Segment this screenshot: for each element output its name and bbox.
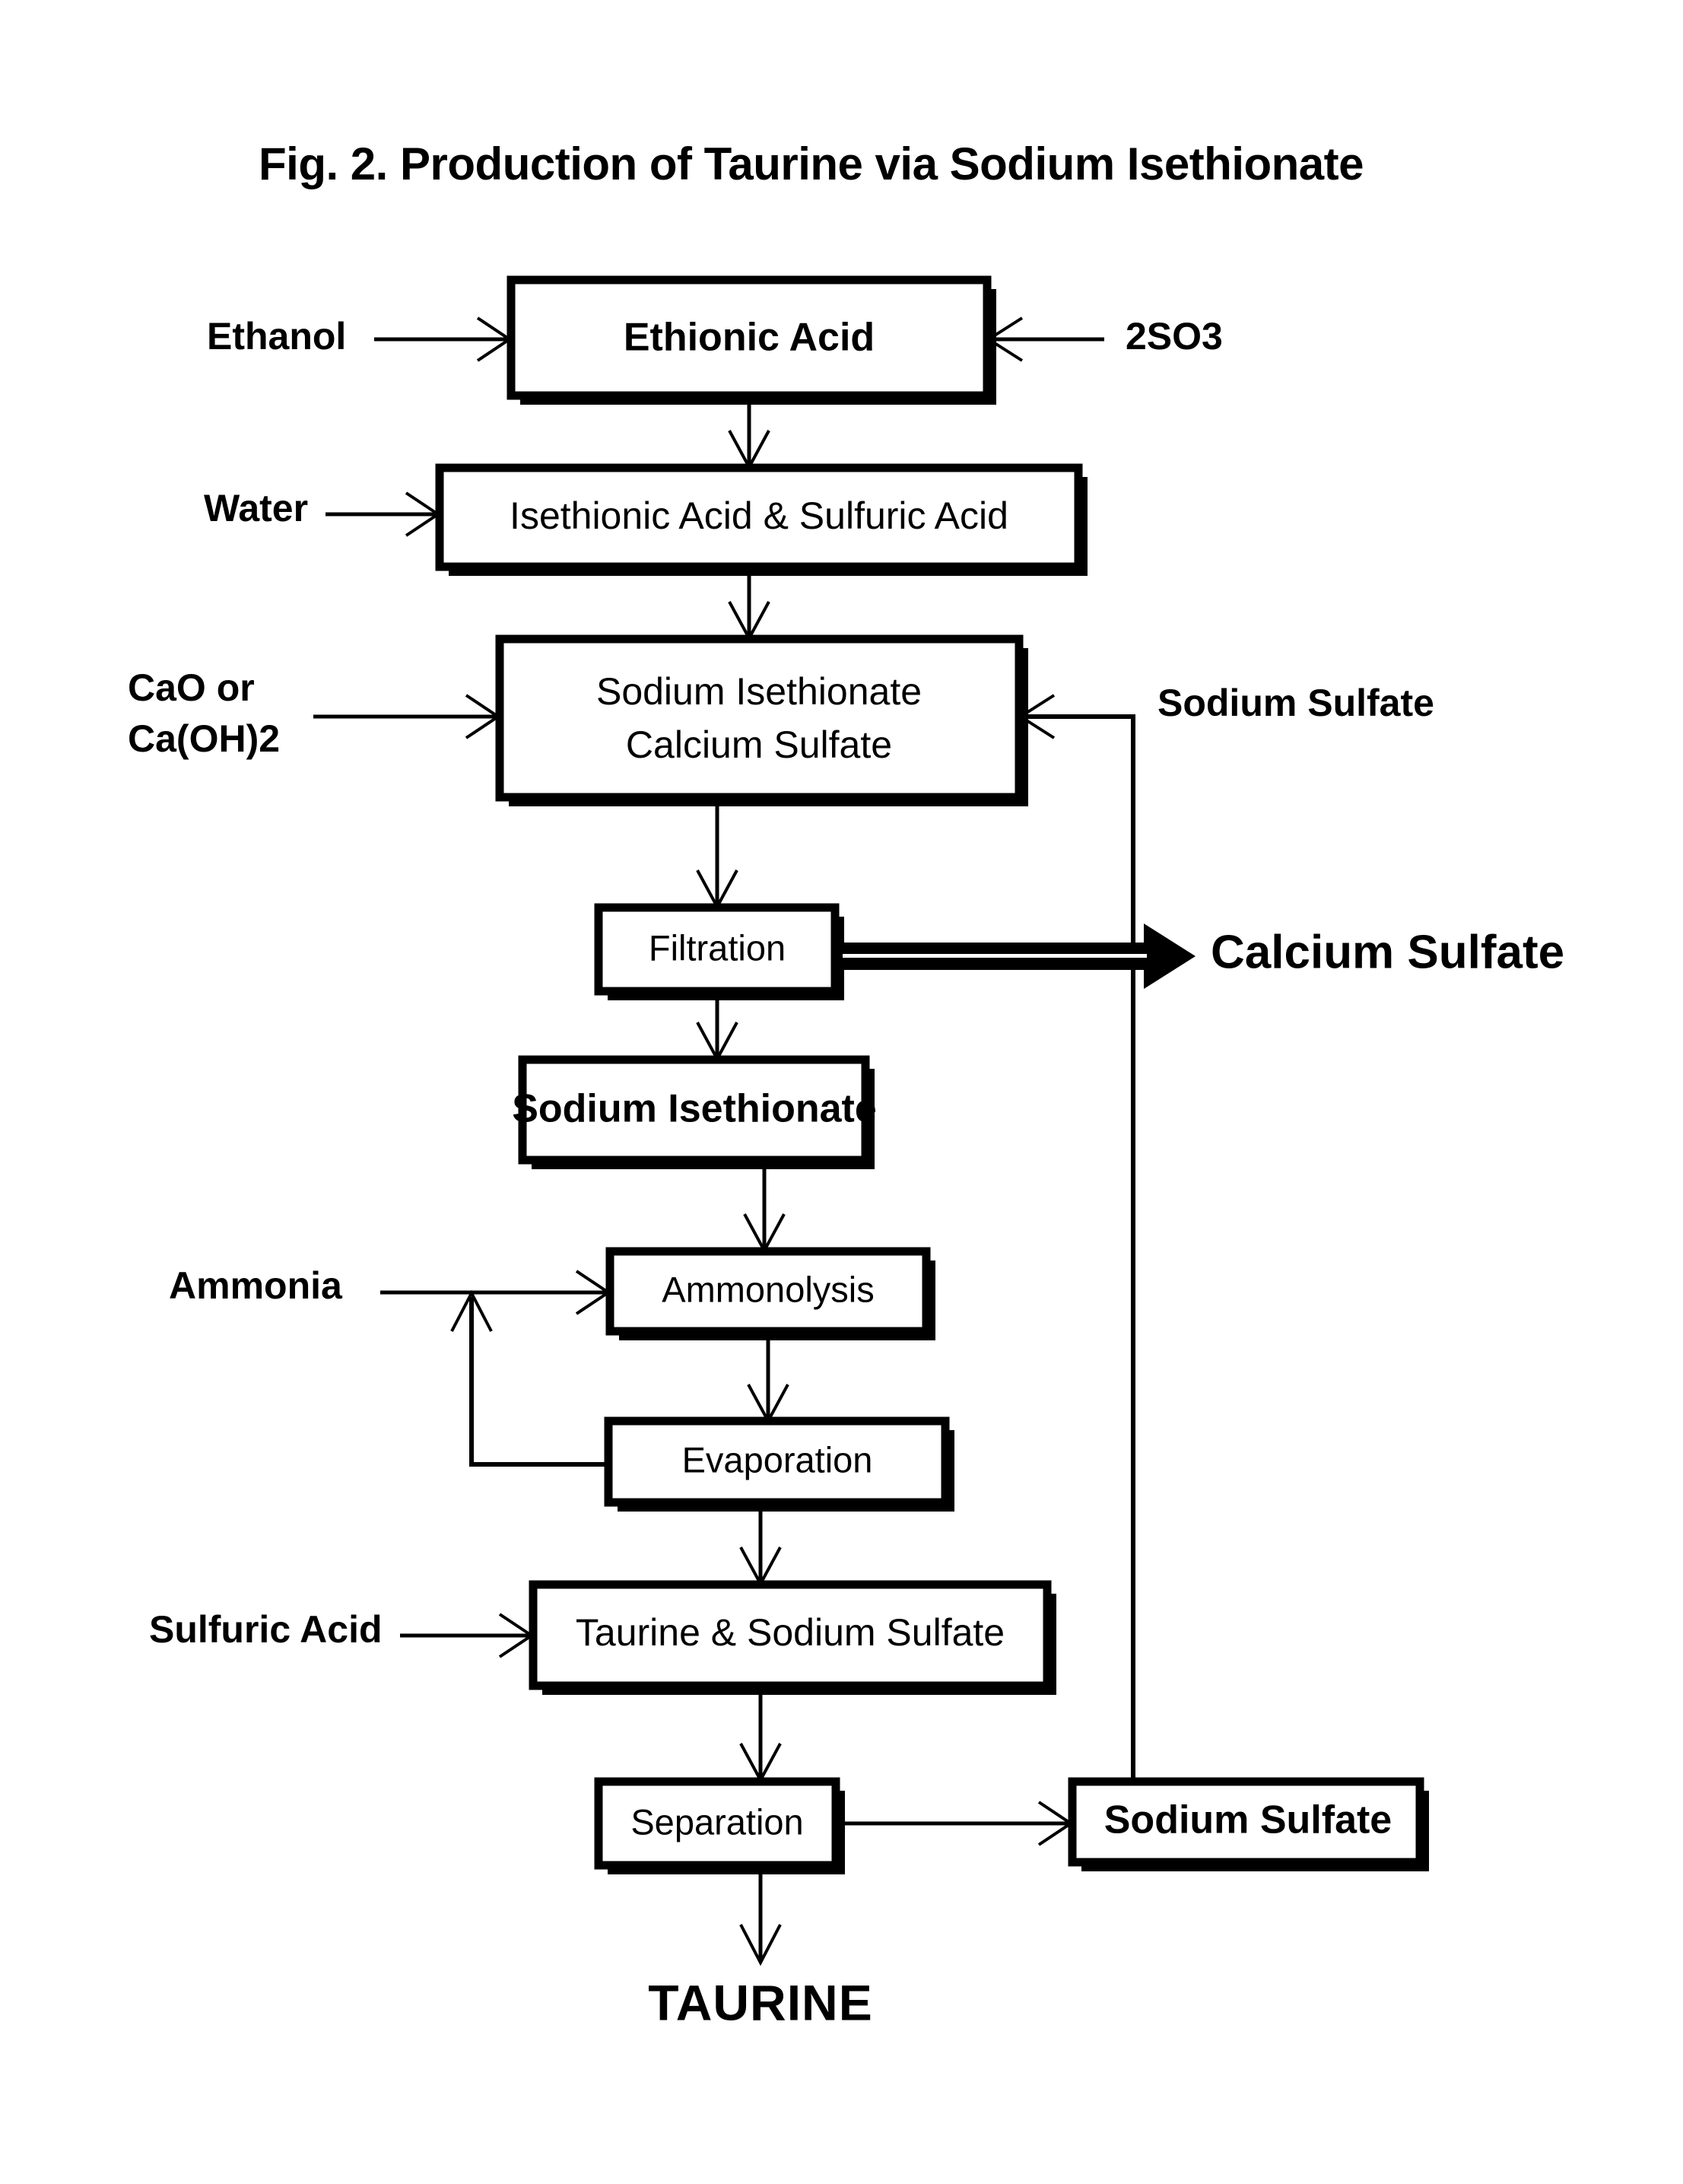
node-label: Sodium Sulfate — [1104, 1798, 1392, 1842]
node-label: Ethionic Acid — [624, 316, 875, 360]
feed-sodium-sulfate-recycle: Sodium Sulfate — [1018, 682, 1434, 1782]
feed-label-ammonia: Ammonia — [169, 1264, 343, 1307]
flowchart-svg: Fig. 2. Production of Taurine via Sodium… — [128, 138, 1564, 2031]
feed-sulfuric-acid: Sulfuric Acid — [149, 1608, 535, 1658]
node-separation[interactable]: Separation — [594, 1777, 845, 1874]
node-isethionic-sulfuric[interactable]: Isethionic Acid & Sulfuric Acid — [435, 463, 1088, 576]
flow-filtration-to-sodium-isethionate — [696, 1000, 738, 1063]
flow-isethionic-to-sodiumiseth — [728, 576, 770, 642]
node-label: Taurine & Sodium Sulfate — [576, 1611, 1005, 1654]
feed-so3: 2SO3 — [986, 315, 1223, 362]
feed-cao: CaO or Ca(OH)2 — [128, 666, 501, 760]
node-label: Filtration — [649, 927, 786, 968]
recycle-line-ammonia — [469, 1297, 607, 1467]
output-label-calcium-sulfate: Calcium Sulfate — [1211, 926, 1564, 978]
feed-label-so3: 2SO3 — [1126, 315, 1223, 358]
feed-label-cao-line1: CaO or — [128, 666, 255, 709]
node-label: Ammonolysis — [662, 1269, 874, 1309]
node-sodium-isethionate-calcium-sulfate[interactable]: Sodium Isethionate Calcium Sulfate — [495, 634, 1028, 806]
flow-sodium-isethionate-to-ammonolysis — [743, 1169, 786, 1254]
recycle-ammonia-loop — [450, 1289, 607, 1467]
flow-taurinesulfate-to-separation — [739, 1695, 782, 1784]
feed-ammonia: Ammonia — [169, 1264, 611, 1315]
node-label-line1: Sodium Isethionate — [596, 670, 922, 713]
flow-evaporation-to-taurine-sulfate — [739, 1512, 782, 1588]
node-label: Isethionic Acid & Sulfuric Acid — [510, 494, 1008, 537]
flow-ammonolysis-to-evaporation — [747, 1340, 789, 1425]
flow-separation-to-sodium-sulfate — [836, 1801, 1074, 1846]
node-label: Evaporation — [682, 1439, 873, 1480]
feed-label-cao-line2: Ca(OH)2 — [128, 717, 280, 760]
output-taurine: TAURINE — [648, 1874, 872, 2030]
node-label: Separation — [630, 1801, 803, 1842]
feed-ethanol: Ethanol — [207, 315, 513, 362]
node-sodium-isethionate[interactable]: Sodium Isethionate — [512, 1055, 877, 1169]
feed-water: Water — [204, 487, 441, 537]
node-evaporation[interactable]: Evaporation — [604, 1416, 954, 1512]
node-taurine-sodium-sulfate[interactable]: Taurine & Sodium Sulfate — [529, 1580, 1056, 1695]
flow-ethionic-to-isethionic — [728, 405, 770, 471]
figure-title: Fig. 2. Production of Taurine via Sodium… — [259, 138, 1364, 189]
node-label-line2: Calcium Sulfate — [626, 723, 892, 766]
node-label: Sodium Isethionate — [512, 1087, 877, 1131]
feed-label-sodium-sulfate: Sodium Sulfate — [1157, 682, 1434, 724]
flow-sodiumiseth-to-filtration — [696, 806, 738, 911]
feed-label-sulfuric-acid: Sulfuric Acid — [149, 1608, 383, 1651]
output-calcium-sulfate: Calcium Sulfate — [835, 924, 1564, 989]
feed-label-ethanol: Ethanol — [207, 315, 346, 358]
figure-container: Fig. 2. Production of Taurine via Sodium… — [0, 0, 1683, 2184]
node-filtration[interactable]: Filtration — [594, 903, 844, 1000]
output-label-taurine: TAURINE — [648, 1974, 872, 2030]
node-sodium-sulfate-product[interactable]: Sodium Sulfate — [1068, 1777, 1429, 1871]
feed-label-water: Water — [204, 487, 308, 529]
box-outline — [495, 634, 1024, 802]
node-ethionic-acid[interactable]: Ethionic Acid — [506, 275, 996, 405]
block-arrow-inner-gap — [843, 954, 1147, 958]
node-ammonolysis[interactable]: Ammonolysis — [605, 1247, 935, 1340]
